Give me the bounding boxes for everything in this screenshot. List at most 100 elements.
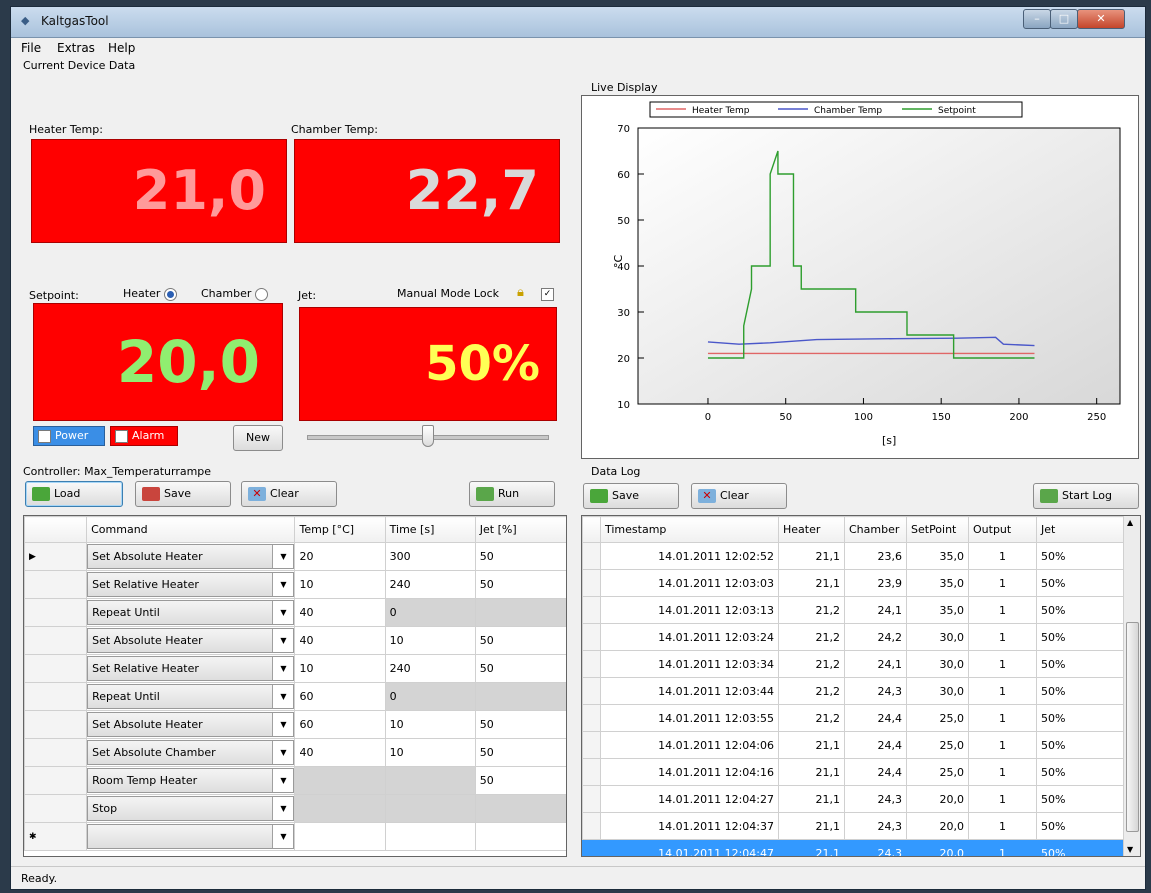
save-program-button[interactable]: Save: [135, 481, 231, 507]
program-row-header[interactable]: [24, 682, 88, 711]
data-log-grid[interactable]: Timestamp Heater Chamber SetPoint Output…: [581, 515, 1141, 857]
time-cell[interactable]: 240: [384, 570, 476, 599]
log-output-cell[interactable]: 1: [968, 812, 1037, 840]
log-output-cell[interactable]: 1: [968, 677, 1037, 705]
log-jet-cell[interactable]: 50%: [1036, 542, 1125, 570]
temp-cell[interactable]: 40: [294, 598, 386, 627]
command-dropdown[interactable]: Set Absolute Chamber ▼: [87, 740, 294, 765]
log-jet-cell[interactable]: 50%: [1036, 569, 1125, 597]
log-row-header[interactable]: [582, 731, 601, 759]
log-heater-cell[interactable]: 21,1: [778, 542, 845, 570]
log-timestamp-cell[interactable]: 14.01.2011 12:03:13: [600, 596, 779, 624]
log-setpoint-cell[interactable]: 20,0: [906, 812, 969, 840]
dropdown-arrow-icon[interactable]: ▼: [272, 685, 294, 708]
command-dropdown-cell[interactable]: Set Absolute Heater ▼: [86, 626, 296, 655]
log-chamber-cell[interactable]: 24,3: [844, 785, 907, 813]
log-output-cell[interactable]: 1: [968, 596, 1037, 624]
log-heater-cell[interactable]: 21,1: [778, 839, 845, 856]
log-heater-cell[interactable]: 21,1: [778, 785, 845, 813]
log-timestamp-cell[interactable]: 14.01.2011 12:04:47: [600, 839, 779, 856]
manual-mode-lock-checkbox[interactable]: ✓: [541, 287, 554, 301]
scroll-up-icon[interactable]: ▲: [1127, 518, 1133, 527]
log-chamber-cell[interactable]: 24,3: [844, 677, 907, 705]
jet-cell[interactable]: 50: [474, 542, 566, 571]
menu-file[interactable]: File: [21, 41, 41, 55]
jet-cell[interactable]: 50: [474, 738, 566, 767]
log-row-header[interactable]: [582, 812, 601, 840]
program-row-header[interactable]: ▶: [24, 542, 88, 571]
log-chamber-cell[interactable]: 24,4: [844, 758, 907, 786]
log-row-header[interactable]: [582, 542, 601, 570]
scroll-down-icon[interactable]: ▼: [1127, 845, 1133, 854]
log-output-cell[interactable]: 1: [968, 758, 1037, 786]
log-heater-cell[interactable]: 21,1: [778, 758, 845, 786]
log-chamber-cell[interactable]: 23,6: [844, 542, 907, 570]
temp-cell[interactable]: [294, 822, 386, 851]
command-dropdown-cell[interactable]: Repeat Until ▼: [86, 598, 296, 627]
log-timestamp-cell[interactable]: 14.01.2011 12:04:37: [600, 812, 779, 840]
log-row[interactable]: 14.01.2011 12:03:55 21,2 24,4 25,0 1 50%: [582, 704, 1125, 732]
temp-cell[interactable]: [294, 766, 386, 795]
column-header-command[interactable]: Command: [86, 516, 296, 543]
log-column-heater[interactable]: Heater: [778, 516, 845, 543]
command-dropdown-cell[interactable]: Set Absolute Heater ▼: [86, 542, 296, 571]
log-timestamp-cell[interactable]: 14.01.2011 12:04:16: [600, 758, 779, 786]
log-output-cell[interactable]: 1: [968, 542, 1037, 570]
log-setpoint-cell[interactable]: 35,0: [906, 569, 969, 597]
log-row-header[interactable]: [582, 704, 601, 732]
command-dropdown[interactable]: Repeat Until ▼: [87, 684, 294, 709]
log-row-header[interactable]: [582, 785, 601, 813]
log-chamber-cell[interactable]: 24,1: [844, 596, 907, 624]
log-jet-cell[interactable]: 50%: [1036, 812, 1125, 840]
log-timestamp-cell[interactable]: 14.01.2011 12:03:44: [600, 677, 779, 705]
log-row[interactable]: 14.01.2011 12:04:27 21,1 24,3 20,0 1 50%: [582, 785, 1125, 813]
time-cell[interactable]: 0: [384, 682, 476, 711]
close-button[interactable]: ✕: [1077, 9, 1125, 29]
dropdown-arrow-icon[interactable]: ▼: [272, 741, 294, 764]
program-row-header[interactable]: [24, 598, 88, 627]
command-dropdown[interactable]: Set Absolute Heater ▼: [87, 628, 294, 653]
temp-cell[interactable]: 40: [294, 626, 386, 655]
log-jet-cell[interactable]: 50%: [1036, 731, 1125, 759]
log-column-timestamp[interactable]: Timestamp: [600, 516, 779, 543]
minimize-button[interactable]: –: [1023, 9, 1051, 29]
log-heater-cell[interactable]: 21,2: [778, 623, 845, 651]
log-chamber-cell[interactable]: 24,3: [844, 839, 907, 856]
log-row-header[interactable]: [582, 839, 601, 856]
log-column-jet[interactable]: Jet: [1036, 516, 1125, 543]
log-chamber-cell[interactable]: 24,1: [844, 650, 907, 678]
temp-cell[interactable]: 20: [294, 542, 386, 571]
log-timestamp-cell[interactable]: 14.01.2011 12:03:34: [600, 650, 779, 678]
log-chamber-cell[interactable]: 24,3: [844, 812, 907, 840]
jet-cell[interactable]: 50: [474, 710, 566, 739]
jet-slider-thumb[interactable]: [422, 425, 434, 447]
jet-cell[interactable]: [474, 822, 566, 851]
log-output-cell[interactable]: 1: [968, 650, 1037, 678]
log-setpoint-cell[interactable]: 20,0: [906, 785, 969, 813]
jet-cell[interactable]: [474, 598, 566, 627]
program-row-header[interactable]: [24, 654, 88, 683]
log-output-cell[interactable]: 1: [968, 569, 1037, 597]
load-button[interactable]: Load: [25, 481, 123, 507]
time-cell[interactable]: [384, 822, 476, 851]
jet-cell[interactable]: 50: [474, 570, 566, 599]
dropdown-arrow-icon[interactable]: ▼: [272, 825, 294, 848]
time-cell[interactable]: [384, 794, 476, 823]
jet-cell[interactable]: 50: [474, 654, 566, 683]
time-cell[interactable]: [384, 766, 476, 795]
run-button[interactable]: Run: [469, 481, 555, 507]
log-column-output[interactable]: Output: [968, 516, 1037, 543]
command-dropdown-cell[interactable]: Set Absolute Heater ▼: [86, 710, 296, 739]
log-row[interactable]: 14.01.2011 12:03:03 21,1 23,9 35,0 1 50%: [582, 569, 1125, 597]
command-dropdown-cell[interactable]: Set Absolute Chamber ▼: [86, 738, 296, 767]
log-row[interactable]: 14.01.2011 12:03:13 21,2 24,1 35,0 1 50%: [582, 596, 1125, 624]
dropdown-arrow-icon[interactable]: ▼: [272, 657, 294, 680]
command-dropdown-cell[interactable]: Stop ▼: [86, 794, 296, 823]
dropdown-arrow-icon[interactable]: ▼: [272, 769, 294, 792]
log-setpoint-cell[interactable]: 30,0: [906, 650, 969, 678]
log-output-cell[interactable]: 1: [968, 839, 1037, 856]
log-heater-cell[interactable]: 21,2: [778, 650, 845, 678]
program-row[interactable]: Set Absolute Chamber ▼ 40 10 50: [24, 738, 566, 767]
log-chamber-cell[interactable]: 24,2: [844, 623, 907, 651]
log-jet-cell[interactable]: 50%: [1036, 596, 1125, 624]
